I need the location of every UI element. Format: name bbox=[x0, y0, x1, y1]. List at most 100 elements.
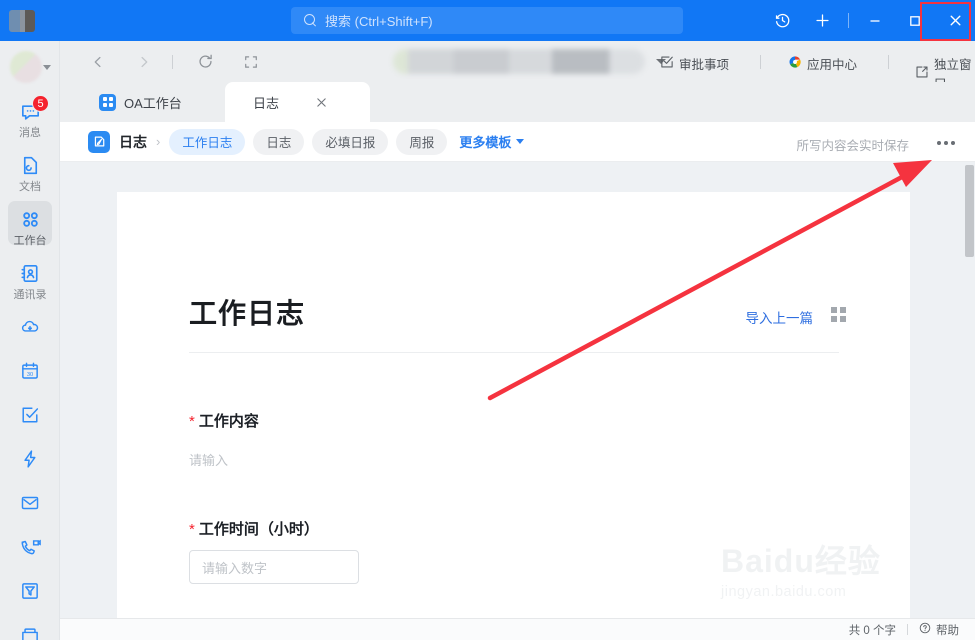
sidebar-item-documents[interactable]: 文档 bbox=[0, 145, 60, 199]
tab-label: OA工作台 bbox=[124, 95, 182, 111]
sidebar-item-calendar[interactable]: 30 bbox=[0, 351, 60, 395]
chip-label: 日志 bbox=[266, 136, 292, 150]
sidebar-item-label: 通讯录 bbox=[13, 289, 47, 301]
search-placeholder: 搜索 (Ctrl+Shift+F) bbox=[325, 14, 433, 29]
chip-label: 周报 bbox=[409, 136, 435, 150]
lightning-icon bbox=[19, 448, 41, 475]
field-label-work-content: * 工作内容 bbox=[189, 410, 259, 431]
history-button[interactable] bbox=[762, 0, 802, 41]
scrollbar-thumb[interactable] bbox=[965, 165, 974, 257]
close-button[interactable] bbox=[935, 0, 975, 41]
refresh-button[interactable] bbox=[185, 46, 225, 78]
app-window: 搜索 (Ctrl+Shift+F) 5 消息 文档 工作台 通讯录 30 审批事… bbox=[0, 0, 975, 640]
approval-check-icon bbox=[660, 55, 674, 72]
question-circle-icon bbox=[919, 622, 931, 637]
work-hours-input[interactable]: 请输入数字 bbox=[189, 550, 359, 584]
sidebar-item-files[interactable] bbox=[0, 615, 60, 640]
avatar[interactable] bbox=[9, 51, 51, 87]
sidebar-item-label: 工作台 bbox=[13, 235, 47, 247]
field-label-work-hours: * 工作时间（小时） bbox=[189, 518, 319, 539]
sidebar-item-contacts[interactable]: 通讯录 bbox=[0, 253, 60, 307]
sidebar-item-cloud[interactable] bbox=[0, 307, 60, 351]
chevron-down-icon[interactable] bbox=[42, 65, 51, 70]
browser-toolbar: 审批事项 应用中心 独立窗口 bbox=[60, 41, 975, 91]
new-tab-button[interactable] bbox=[802, 0, 842, 41]
word-count: 共 0 个字 bbox=[848, 624, 896, 637]
forward-button[interactable] bbox=[124, 46, 164, 78]
window-controls bbox=[762, 0, 975, 41]
template-chip-journal[interactable]: 日志 bbox=[253, 128, 305, 155]
document-icon bbox=[17, 152, 43, 178]
sidebar-item-tools[interactable] bbox=[0, 571, 60, 615]
toolbar-divider bbox=[760, 55, 761, 69]
template-chip-weekly[interactable]: 周报 bbox=[396, 128, 448, 155]
maximize-button[interactable] bbox=[895, 0, 935, 41]
document-canvas: 工作日志 导入上一篇 *工作内容 请输入 *工作时间（小时） 请输入数字 *社会… bbox=[60, 162, 975, 618]
more-templates-button[interactable]: 更多模板 bbox=[459, 132, 525, 151]
breadcrumb-root[interactable]: 日志 bbox=[119, 132, 147, 152]
sidebar-item-tasks[interactable] bbox=[0, 395, 60, 439]
sidebar-item-label: 消息 bbox=[19, 127, 41, 139]
detach-window-icon bbox=[915, 65, 929, 82]
tab-close-icon[interactable] bbox=[313, 94, 329, 110]
more-dots-icon bbox=[937, 141, 955, 145]
template-chip-work-journal[interactable]: 工作日志 bbox=[169, 128, 246, 155]
chip-label: 必填日报 bbox=[325, 136, 376, 150]
status-bar: 共 0 个字 帮助 bbox=[60, 618, 975, 640]
title-bar: 搜索 (Ctrl+Shift+F) bbox=[0, 0, 975, 41]
address-bar[interactable] bbox=[393, 49, 645, 74]
tab-journal[interactable]: 日志 bbox=[225, 82, 370, 122]
sidebar-item-meeting[interactable] bbox=[0, 527, 60, 571]
calendar-30-icon: 30 bbox=[19, 360, 41, 387]
mail-icon bbox=[19, 492, 41, 519]
toolbar-link-approvals[interactable]: 审批事项 bbox=[660, 54, 729, 73]
vertical-scrollbar[interactable] bbox=[964, 162, 975, 618]
sidebar-item-label: 文档 bbox=[19, 181, 41, 193]
chip-label: 工作日志 bbox=[182, 136, 233, 150]
sidebar-item-automation[interactable] bbox=[0, 439, 60, 483]
folder-icon bbox=[19, 624, 41, 640]
required-asterisk: * bbox=[189, 413, 195, 430]
toolbar-link-appcenter[interactable]: 应用中心 bbox=[788, 54, 857, 73]
cloud-icon bbox=[19, 316, 41, 343]
sidebar-item-messages[interactable]: 5 消息 bbox=[0, 91, 60, 145]
minimize-button[interactable] bbox=[855, 0, 895, 41]
sidebar-item-workbench[interactable]: 工作台 bbox=[0, 199, 60, 253]
message-badge: 5 bbox=[32, 95, 49, 112]
qr-code-icon[interactable] bbox=[831, 307, 846, 322]
document-paper: 工作日志 导入上一篇 *工作内容 请输入 *工作时间（小时） 请输入数字 *社会… bbox=[117, 192, 910, 618]
app-center-icon bbox=[788, 55, 802, 72]
message-bubble-icon: 5 bbox=[17, 95, 49, 124]
tab-label: 日志 bbox=[253, 95, 280, 111]
checklist-icon bbox=[19, 404, 41, 431]
tab-oa-workbench[interactable]: OA工作台 bbox=[85, 82, 196, 122]
phone-video-icon bbox=[19, 536, 41, 563]
global-search-box[interactable]: 搜索 (Ctrl+Shift+F) bbox=[291, 7, 683, 34]
left-rail: 5 消息 文档 工作台 通讯录 30 bbox=[0, 41, 60, 640]
sidebar-item-mail[interactable] bbox=[0, 483, 60, 527]
title-divider bbox=[189, 352, 839, 353]
help-label: 帮助 bbox=[936, 624, 959, 637]
breadcrumb-separator: › bbox=[156, 134, 161, 149]
work-content-input[interactable]: 请输入 bbox=[189, 450, 228, 469]
caret-down-icon bbox=[516, 139, 525, 144]
toolbar-divider bbox=[172, 54, 173, 69]
journal-icon bbox=[88, 130, 110, 153]
fullscreen-button[interactable] bbox=[231, 46, 271, 78]
help-button[interactable]: 帮助 bbox=[919, 622, 959, 638]
template-chip-required-daily[interactable]: 必填日报 bbox=[312, 128, 389, 155]
tab-strip: OA工作台 日志 bbox=[60, 82, 975, 122]
more-options-button[interactable] bbox=[925, 127, 967, 159]
app-logo bbox=[0, 0, 44, 41]
funnel-icon bbox=[19, 580, 41, 607]
page-title: 工作日志 bbox=[189, 298, 306, 329]
import-previous-link[interactable]: 导入上一篇 bbox=[746, 307, 814, 327]
toolbar-divider bbox=[888, 55, 889, 69]
workbench-grid-icon bbox=[17, 206, 43, 232]
search-icon bbox=[304, 14, 317, 27]
label-text: 工作内容 bbox=[198, 413, 259, 430]
back-button[interactable] bbox=[78, 46, 118, 78]
contacts-icon bbox=[17, 260, 43, 286]
avatar-image bbox=[9, 51, 42, 83]
required-asterisk: * bbox=[189, 521, 195, 538]
